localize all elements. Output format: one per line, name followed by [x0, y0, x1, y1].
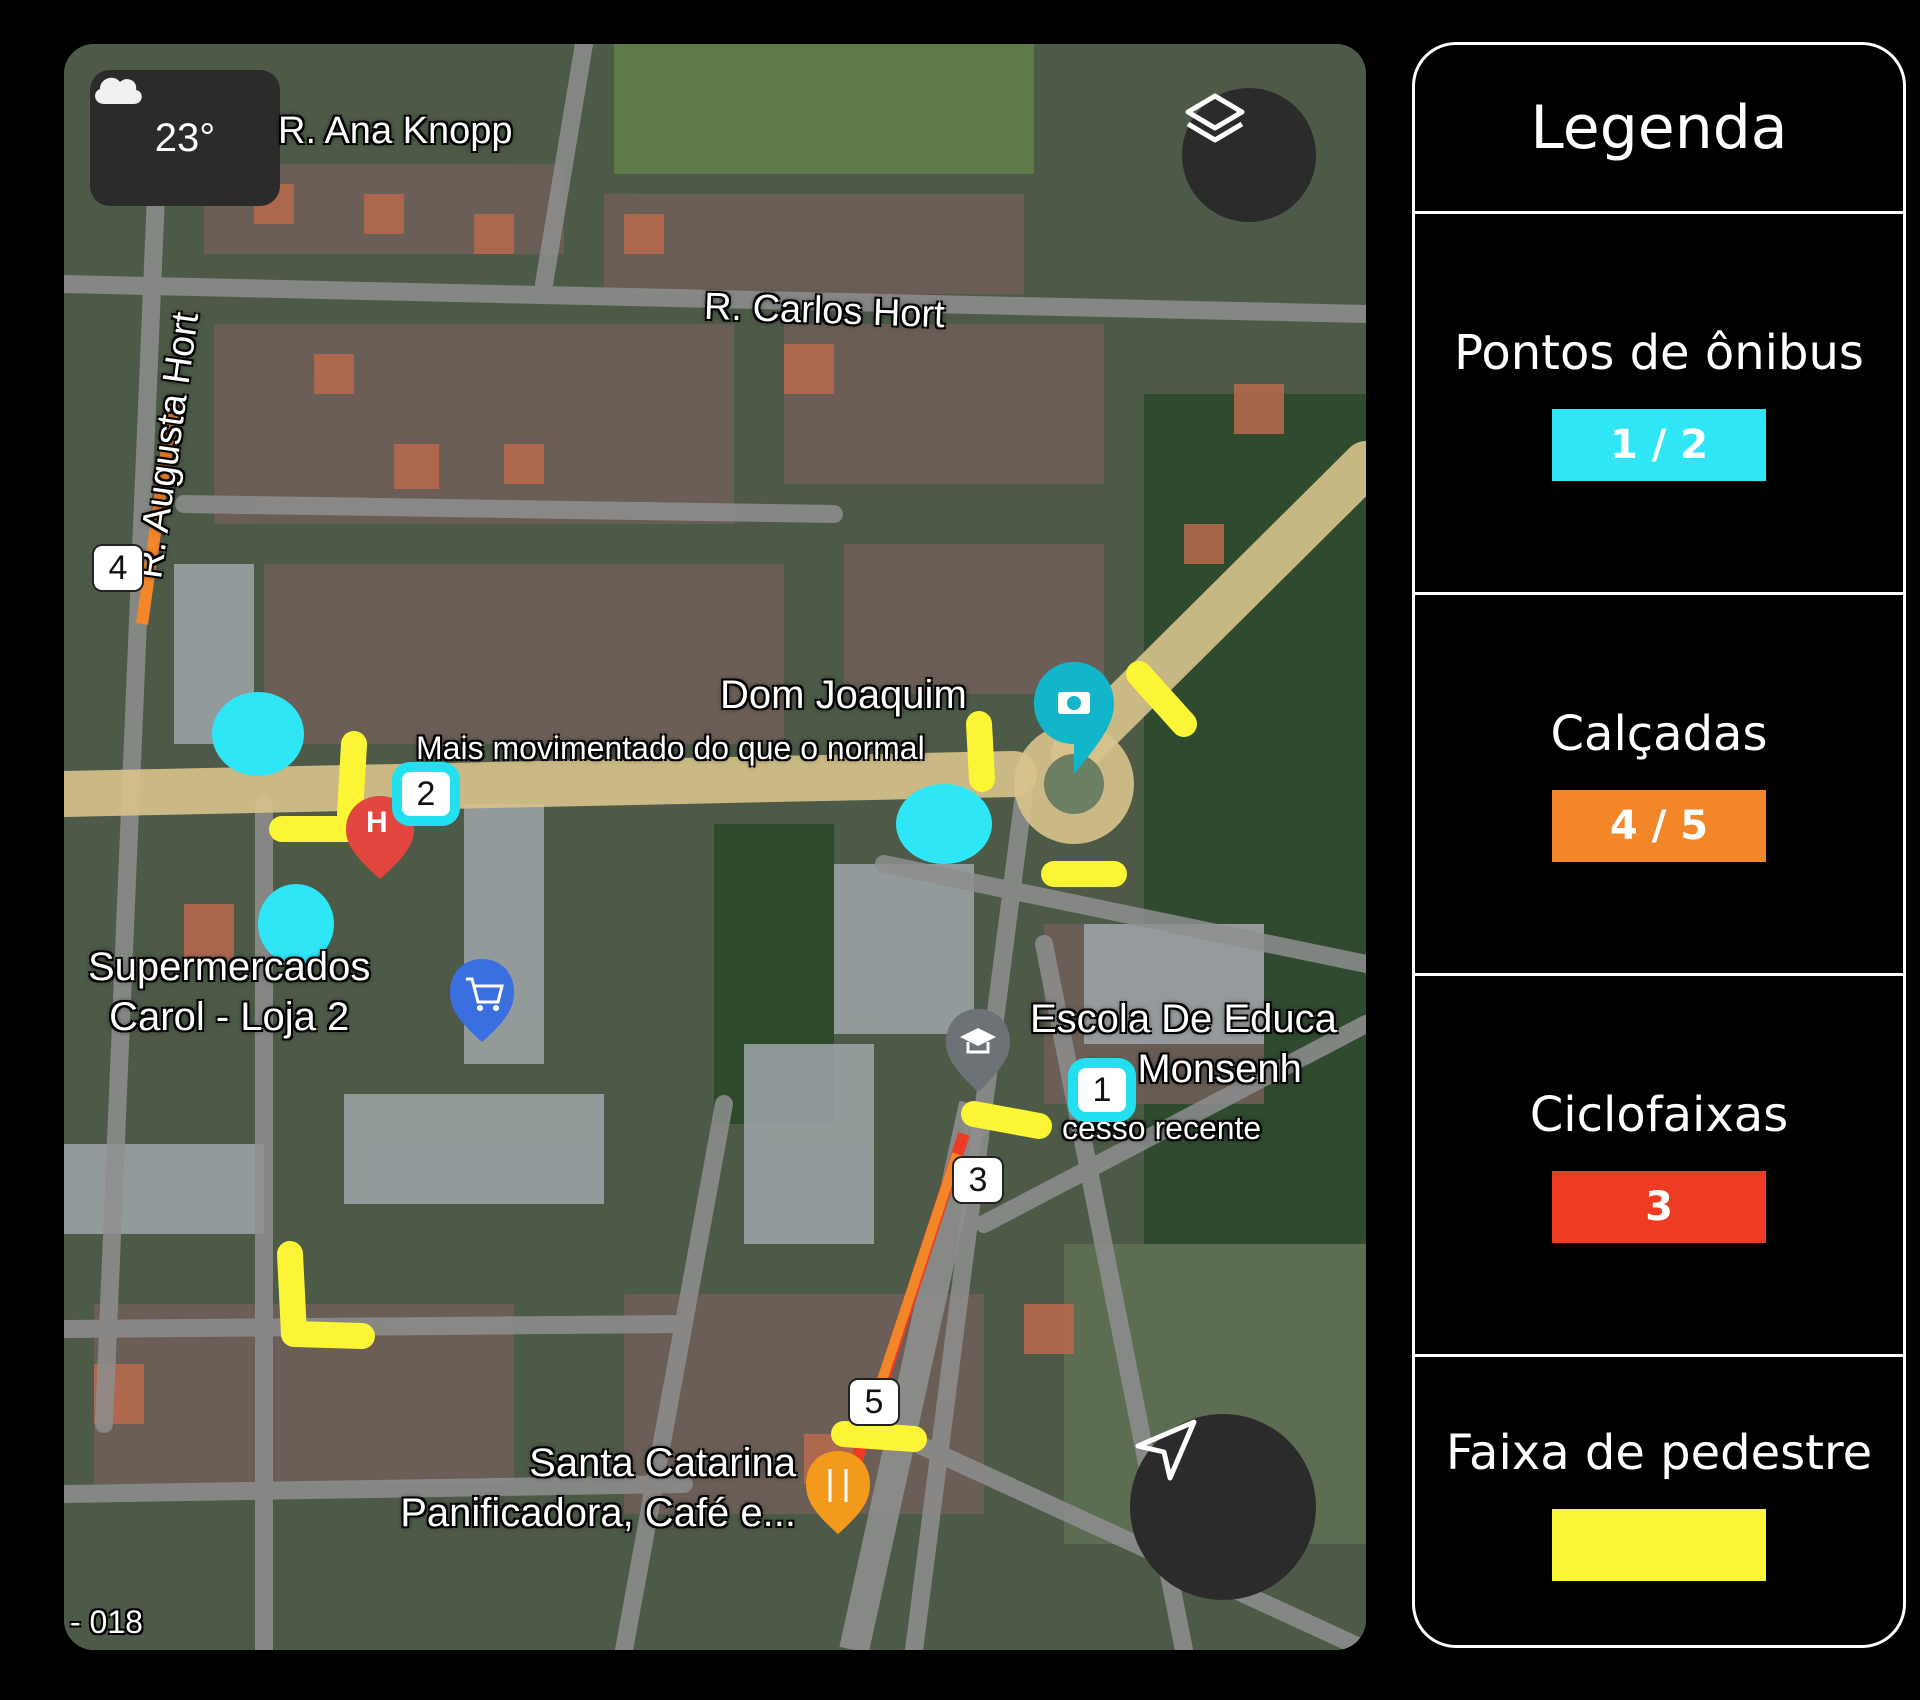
street-label-carlos-hort: R. Carlos Hort — [703, 285, 946, 337]
navigation-arrow-icon — [1135, 1419, 1197, 1481]
place-name-line1: Supermercados — [88, 945, 371, 989]
marker-5[interactable]: 5 — [850, 1380, 898, 1424]
legend-title: Legenda — [1415, 45, 1903, 214]
legend-item-label: Pontos de ônibus — [1454, 325, 1864, 381]
place-label-dom-joaquim[interactable]: Dom Joaquim — [720, 670, 967, 720]
place-note-dom-joaquim: Mais movimentado do que o normal — [416, 730, 925, 766]
layers-icon — [1185, 93, 1245, 143]
place-name-line1: Escola De Educa — [1030, 997, 1337, 1041]
legend-item-label: Faixa de pedestre — [1445, 1424, 1873, 1481]
place-note-escola: cesso recente — [1062, 1110, 1262, 1146]
navigation-button[interactable] — [1130, 1414, 1316, 1600]
place-label-santa-catarina[interactable]: Santa Catarina Panificadora, Café e... — [326, 1438, 796, 1538]
legend-swatch-sidewalks: 4 / 5 — [1552, 790, 1766, 862]
legend-item-sidewalks: Calçadas 4 / 5 — [1415, 595, 1903, 976]
map-imagery — [64, 44, 1366, 1650]
temperature-text: 23° — [154, 115, 216, 160]
layers-button[interactable] — [1182, 88, 1316, 222]
cloud-icon — [95, 77, 142, 104]
marker-3[interactable]: 3 — [954, 1158, 1002, 1202]
legend-item-crosswalks: Faixa de pedestre — [1415, 1357, 1903, 1645]
marker-4[interactable]: 4 — [94, 546, 142, 590]
legend-swatch-crosswalks — [1552, 1508, 1766, 1581]
legend-item-bike-lanes: Ciclofaixas 3 — [1415, 976, 1903, 1357]
place-label-escola[interactable]: Escola De Educa ca Monsenh — [1030, 994, 1337, 1094]
legend-item-label: Ciclofaixas — [1529, 1087, 1789, 1143]
place-name-line2: Panificadora, Café e... — [400, 1491, 796, 1535]
hospital-letter: H — [366, 806, 388, 839]
satellite-map[interactable]: H 23° R. Ana Knopp R. Carlos Hort R. Aug… — [64, 44, 1366, 1650]
place-name-line2: Carol - Loja 2 — [109, 995, 350, 1039]
place-name-line1: Santa Catarina — [529, 1441, 796, 1485]
legend-item-bus-stops: Pontos de ônibus 1 / 2 — [1415, 214, 1903, 595]
street-label-ana-knopp: R. Ana Knopp — [278, 110, 513, 152]
place-name-line2: ca Monsenh — [1084, 1047, 1302, 1091]
place-label-supermercados[interactable]: Supermercados Carol - Loja 2 — [88, 942, 370, 1042]
scale-text: - 018 — [70, 1604, 143, 1640]
marker-2[interactable]: 2 — [402, 772, 450, 816]
legend-swatch-bike-lanes: 3 — [1552, 1171, 1766, 1243]
legend-item-label: Calçadas — [1550, 706, 1768, 762]
legend-swatch-bus-stops: 1 / 2 — [1552, 409, 1766, 481]
marker-1[interactable]: 1 — [1078, 1068, 1126, 1112]
weather-chip[interactable]: 23° — [90, 70, 280, 206]
legend-panel: Legenda Pontos de ônibus 1 / 2 Calçadas … — [1412, 42, 1906, 1648]
place-name: Dom Joaquim — [720, 673, 967, 717]
